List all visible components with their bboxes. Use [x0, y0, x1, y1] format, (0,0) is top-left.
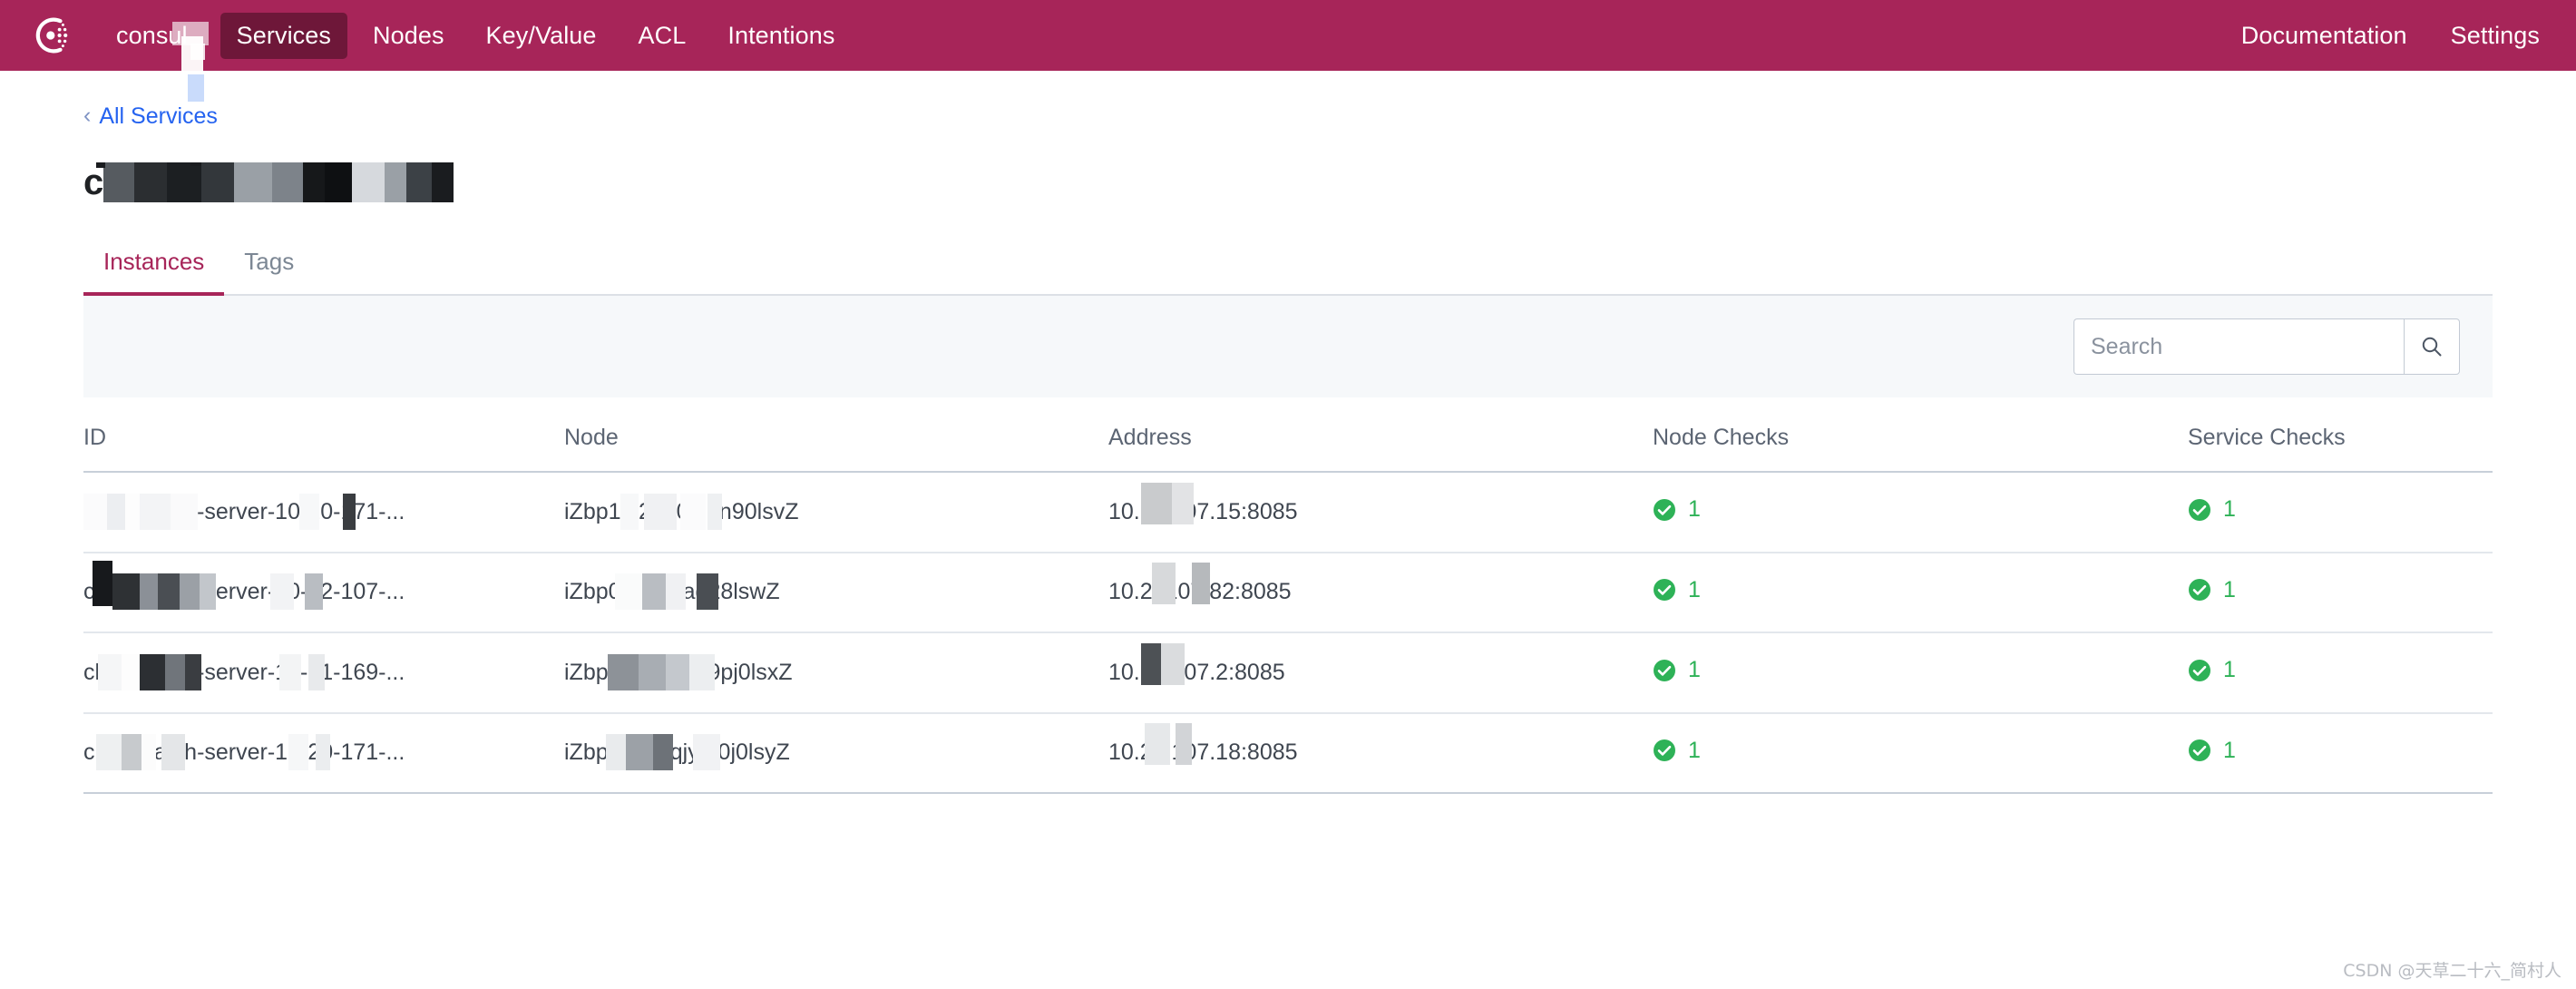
consul-logo-icon[interactable]	[33, 15, 73, 55]
table-row[interactable]: cloudwatch-server-10-22-107-... iZbp0ugp…	[83, 552, 2493, 633]
table-toolbar	[83, 296, 2493, 397]
cell-address[interactable]: 10.20.107.18:8085	[1108, 712, 1653, 794]
cell-service-checks: 1	[2188, 712, 2493, 794]
node-name-text: iZbp1cnopqjytg0j0lsyZ	[564, 739, 790, 766]
cell-id[interactable]: cloudwatch-server-10-21-169-...	[83, 632, 564, 714]
instance-id-text: cloudwatch-server-10-20-171-...	[83, 498, 405, 524]
nav-item-intentions[interactable]: Intentions	[711, 13, 851, 59]
table-body: cloudwatch-server-10-20-171-... iZbp10i2…	[83, 472, 2493, 794]
cell-id[interactable]: cloudwatch-server-10-20-171-...	[83, 472, 564, 553]
column-header-address[interactable]: Address	[1108, 397, 1653, 473]
address-text: 10.2 .107.82:8085	[1108, 579, 1292, 605]
tab-tags[interactable]: Tags	[224, 239, 314, 296]
cell-address[interactable]: 10.21.107.2:8085	[1108, 632, 1653, 714]
search-submit-button[interactable]	[2404, 318, 2460, 375]
nav-item-acl[interactable]: ACL	[622, 13, 703, 59]
breadcrumb-label: All Services	[99, 103, 218, 129]
node-name-text: iZbp1dfpqjtg4f9pj0lsxZ	[564, 659, 793, 685]
node-checks-count: 1	[1688, 737, 1701, 763]
cell-node[interactable]: iZbp1cnopqjytg0j0lsyZ	[564, 712, 1108, 794]
cell-node-checks: 1	[1653, 632, 2188, 714]
page-title-text: cloudwatch-server	[83, 162, 398, 202]
table-row[interactable]: cloudwatch-server-10-20-171-...	[83, 472, 2493, 553]
cell-node[interactable]: iZbp0ugpkftag28lswZ	[564, 552, 1108, 633]
service-instances-table: ID Node Address Node Checks Service Chec…	[83, 397, 2493, 794]
check-circle-icon	[1654, 659, 1675, 681]
cell-node[interactable]: iZbp1dfpqjtg4f9pj0lsxZ	[564, 632, 1108, 714]
address-text: 10.20.107.18:8085	[1108, 739, 1298, 766]
check-circle-icon	[2189, 579, 2210, 601]
cell-node-checks: 1	[1653, 472, 2188, 553]
column-header-service-checks[interactable]: Service Checks	[2188, 397, 2493, 473]
node-checks-count: 1	[1688, 657, 1701, 682]
navbar-brand[interactable]: consul	[116, 13, 211, 59]
tab-instances[interactable]: Instances	[83, 239, 225, 296]
nav-item-key-value[interactable]: Key/Value	[470, 13, 613, 59]
table-row[interactable]: cloudwatch-server-10-21-169-... iZbp1dfp…	[83, 632, 2493, 714]
cell-service-checks: 1	[2188, 472, 2493, 553]
nav-item-services[interactable]: Services	[220, 12, 347, 59]
check-circle-icon	[2189, 498, 2210, 521]
address-text: 10.20.107.15:8085	[1108, 498, 1298, 524]
service-checks-count: 1	[2223, 576, 2236, 602]
node-name-text: iZbp0ugpkftag28lswZ	[564, 579, 780, 605]
check-circle-icon	[2189, 739, 2210, 761]
node-checks-status: 1	[1653, 496, 1701, 523]
cell-id[interactable]: cloudwatch-server-10-22-107-...	[83, 552, 564, 633]
csdn-watermark: CSDN @天草二十六_简村人	[2343, 961, 2561, 981]
service-checks-count: 1	[2223, 496, 2236, 522]
cell-node[interactable]: iZbp10i2mf0gi2n90lsvZ	[564, 472, 1108, 553]
nav-item-settings[interactable]: Settings	[2451, 13, 2540, 59]
top-navbar: consul Services Nodes Key/Value ACL Inte…	[0, 0, 2576, 76]
search-box	[2073, 318, 2460, 375]
cell-service-checks: 1	[2188, 632, 2493, 714]
node-checks-status: 1	[1653, 738, 1701, 764]
service-checks-status: 1	[2188, 738, 2236, 764]
table-header-row: ID Node Address Node Checks Service Chec…	[83, 397, 2493, 473]
service-checks-status: 1	[2188, 577, 2236, 603]
cell-address[interactable]: 10.20.107.15:8085	[1108, 472, 1653, 553]
service-checks-count: 1	[2223, 737, 2236, 763]
navbar-secondary-items: Documentation Settings	[2241, 13, 2540, 59]
instance-id-text: cloudwatch-server-10-21-169-...	[83, 659, 405, 685]
column-header-node[interactable]: Node	[564, 397, 1108, 473]
check-circle-icon	[2189, 659, 2210, 681]
node-checks-count: 1	[1688, 496, 1701, 522]
cell-address[interactable]: 10.2 .107.82:8085	[1108, 552, 1653, 633]
node-checks-status: 1	[1653, 577, 1701, 603]
page-title-redaction-overlay	[83, 162, 2493, 211]
node-checks-count: 1	[1688, 576, 1701, 602]
instance-id-text: cloudwatch-server-10-20-171-...	[83, 739, 405, 766]
nav-item-nodes[interactable]: Nodes	[356, 13, 461, 59]
check-circle-icon	[1654, 498, 1675, 521]
service-checks-count: 1	[2223, 657, 2236, 682]
search-icon	[2422, 337, 2442, 357]
navbar-primary-items: consul Services Nodes Key/Value ACL Inte…	[116, 12, 851, 59]
navbar-left-group: consul Services Nodes Key/Value ACL Inte…	[33, 12, 851, 59]
cell-node-checks: 1	[1653, 552, 2188, 633]
table-header: ID Node Address Node Checks Service Chec…	[83, 397, 2493, 473]
table-row[interactable]: cloudwatch-server-10-20-171-...	[83, 712, 2493, 794]
search-input[interactable]	[2073, 318, 2404, 375]
check-circle-icon	[1654, 739, 1675, 761]
chevron-left-icon: ‹	[83, 103, 92, 128]
cell-id[interactable]: cloudwatch-server-10-20-171-...	[83, 712, 564, 794]
service-checks-status: 1	[2188, 496, 2236, 523]
cell-service-checks: 1	[2188, 552, 2493, 633]
page-title: cloudwatch-server	[83, 162, 2493, 211]
breadcrumb-redaction-overlay	[188, 74, 204, 102]
service-tabs: Instances Tags	[83, 239, 2493, 296]
address-text: 10.21.107.2:8085	[1108, 659, 1285, 685]
cell-node-checks: 1	[1653, 712, 2188, 794]
node-name-text: iZbp10i2mf0gi2n90lsvZ	[564, 498, 799, 524]
column-header-id[interactable]: ID	[83, 397, 564, 473]
page-body: ‹ All Services cloudwatch-server Instanc…	[0, 71, 2576, 794]
service-checks-status: 1	[2188, 657, 2236, 683]
node-checks-status: 1	[1653, 657, 1701, 683]
column-header-node-checks[interactable]: Node Checks	[1653, 397, 2188, 473]
check-circle-icon	[1654, 579, 1675, 601]
nav-item-documentation[interactable]: Documentation	[2241, 13, 2407, 59]
breadcrumb-all-services[interactable]: ‹ All Services	[83, 71, 218, 130]
instance-id-text: cloudwatch-server-10-22-107-...	[83, 579, 405, 605]
